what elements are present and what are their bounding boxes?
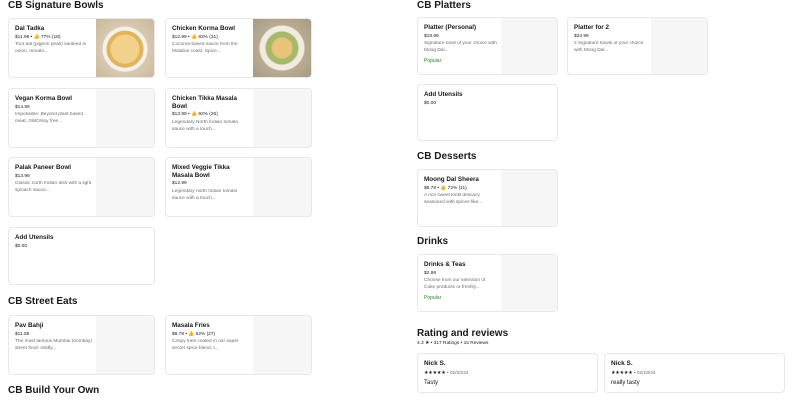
menu-item-image — [96, 89, 154, 147]
review-date: 02/18/24 — [636, 371, 656, 376]
menu-item-card[interactable]: Chicken Korma Bowl $12.99 • 👍 93% (31) C… — [165, 18, 312, 78]
menu-item-meta: $8.78 • 👍 62% (27) — [172, 331, 216, 337]
menu-item-description: The most famous Mumbai (bombay) street f… — [15, 339, 93, 351]
menu-item-card[interactable]: Drinks & Teas $2.99 Choose from our sele… — [417, 254, 558, 312]
popular-badge: Popular — [424, 294, 442, 301]
menu-item-meta: $0.00 — [424, 100, 437, 106]
menu-item-meta: $8.78 • 👍 72% (11) — [424, 185, 467, 191]
menu-item-image — [253, 316, 311, 374]
menu-item-meta: $11.55 — [15, 331, 30, 337]
menu-item-meta: $2.99 — [424, 270, 437, 276]
menu-item-image — [96, 316, 154, 374]
menu-item-card[interactable]: Mixed Veggie Tikka Masala Bowl $12.99 Le… — [165, 157, 312, 217]
review-stars-date: ★★★★★ • 02/18/24 — [611, 371, 656, 376]
menu-item-name: Add Utensils — [15, 234, 54, 241]
menu-item-name: Mixed Veggie Tikka Masala Bowl — [172, 164, 230, 179]
menu-item-description: Legendary North Indian tomato sauce with… — [172, 119, 239, 132]
menu-item-card[interactable]: Pav Bahji $11.55 The most famous Mumbai … — [8, 315, 155, 375]
menu-item-description: Signature bowl of your choice with Moog … — [424, 41, 497, 53]
menu-item-card[interactable]: Vegan Korma Bowl $14.99 Impossible: Beyo… — [8, 88, 155, 148]
menu-item-meta: $13.99 — [15, 173, 30, 179]
menu-item-description: Toor dal (pigeon peas) sauteed in onion,… — [15, 42, 87, 54]
menu-item-description: Legendary north Indian tomato sauce with… — [172, 188, 238, 201]
menu-item-name: Pav Bahji — [15, 322, 44, 329]
menu-item-meta: $18.99 — [424, 33, 439, 39]
menu-item-card[interactable]: Dal Tadka $11.99 • 👍 77% (18) Toor dal (… — [8, 18, 155, 78]
menu-item-card[interactable]: Add Utensils $0.00 — [8, 227, 155, 285]
menu-item-card[interactable]: Platter for 2 $34.99 2 Signature bowls o… — [567, 17, 708, 75]
menu-item-description: Crispy fries coated in our super secret … — [172, 339, 239, 351]
review-stars: ★★★★★ — [424, 371, 446, 376]
menu-item-meta: $12.99 • 👍 93% (31) — [172, 34, 218, 40]
ratings-title: Rating and reviews — [417, 328, 509, 339]
menu-item-meta: $12.99 — [172, 181, 187, 187]
review-text: Tasty — [424, 380, 439, 386]
menu-item-meta: $14.99 — [15, 104, 30, 110]
menu-item-card[interactable]: Add Utensils $0.00 — [417, 84, 558, 141]
menu-item-name: Vegan Korma Bowl — [15, 95, 73, 102]
menu-item-meta: $11.99 • 👍 77% (18) — [15, 34, 61, 40]
menu-item-card[interactable]: Chicken Tikka Masala Bowl $13.99 • 👍 92%… — [165, 88, 312, 148]
menu-item-meta: $0.00 — [15, 243, 28, 249]
reviewer-name: Nick S. — [611, 360, 633, 367]
section-title-platters: CB Platters — [417, 0, 471, 11]
menu-item-description: Choose from our selection of Coke produc… — [424, 278, 486, 290]
menu-item-description: Classic north Indian dish with a light s… — [15, 181, 92, 193]
popular-badge: Popular — [424, 57, 442, 64]
menu-item-name: Dal Tadka — [15, 25, 45, 32]
menu-item-image — [253, 89, 311, 147]
review-stars: ★★★★★ — [611, 371, 633, 376]
menu-item-description: Coconut-based sauce from the Malabar coa… — [172, 42, 238, 54]
review-stars-date: ★★★★★ • 02/20/24 — [424, 371, 469, 376]
menu-item-name: Chicken Korma Bowl — [172, 25, 235, 32]
menu-item-name: Masala Fries — [172, 322, 210, 329]
review-date: 02/20/24 — [449, 371, 469, 376]
section-title-build-your-own: CB Build Your Own — [8, 385, 100, 396]
section-title-desserts: CB Desserts — [417, 151, 477, 162]
menu-item-image — [501, 255, 557, 311]
review-text: really tasty — [611, 380, 640, 386]
menu-item-name: Platter for 2 — [574, 24, 609, 31]
menu-item-name: Platter (Personal) — [424, 24, 477, 31]
menu-item-card[interactable]: Platter (Personal) $18.99 Signature bowl… — [417, 17, 558, 75]
section-title-drinks: Drinks — [417, 236, 449, 247]
menu-item-image — [501, 170, 557, 226]
review-card[interactable]: Nick S. ★★★★★ • 02/18/24 really tasty — [604, 353, 785, 393]
menu-item-image — [501, 18, 557, 74]
menu-item-card[interactable]: Moong Dal Sheera $8.78 • 👍 72% (11) A ri… — [417, 169, 558, 227]
menu-item-description: 2 Signature bowls of your choice with Mo… — [574, 41, 644, 53]
menu-item-image — [96, 19, 154, 77]
section-title-signature-bowls: CB Signature Bowls — [8, 0, 104, 11]
menu-item-card[interactable]: Palak Paneer Bowl $13.99 Classic north I… — [8, 157, 155, 217]
menu-item-name: Moong Dal Sheera — [424, 176, 479, 183]
menu-item-image — [96, 158, 154, 216]
menu-item-meta: $34.99 — [574, 33, 589, 39]
menu-item-description: A rich sweet lentil delicacy seasoned wi… — [424, 193, 483, 205]
section-title-street-eats: CB Street Eats — [8, 296, 78, 307]
menu-item-name: Chicken Tikka Masala Bowl — [172, 95, 237, 110]
menu-item-description: Impossible: Beyond plant based meat, GMO… — [15, 112, 83, 124]
reviewer-name: Nick S. — [424, 360, 446, 367]
menu-item-card[interactable]: Masala Fries $8.78 • 👍 62% (27) Crispy f… — [165, 315, 312, 375]
menu-item-image — [253, 19, 311, 77]
menu-item-image — [651, 18, 707, 74]
review-card[interactable]: Nick S. ★★★★★ • 02/20/24 Tasty — [417, 353, 598, 393]
menu-item-image — [253, 158, 311, 216]
menu-item-name: Add Utensils — [424, 91, 463, 98]
menu-item-name: Palak Paneer Bowl — [15, 164, 71, 171]
ratings-summary: 4.3 ★ • 317 Ratings • 15 Reviews — [417, 341, 489, 346]
menu-item-name: Drinks & Teas — [424, 261, 466, 268]
menu-item-meta: $13.99 • 👍 92% (26) — [172, 112, 218, 118]
